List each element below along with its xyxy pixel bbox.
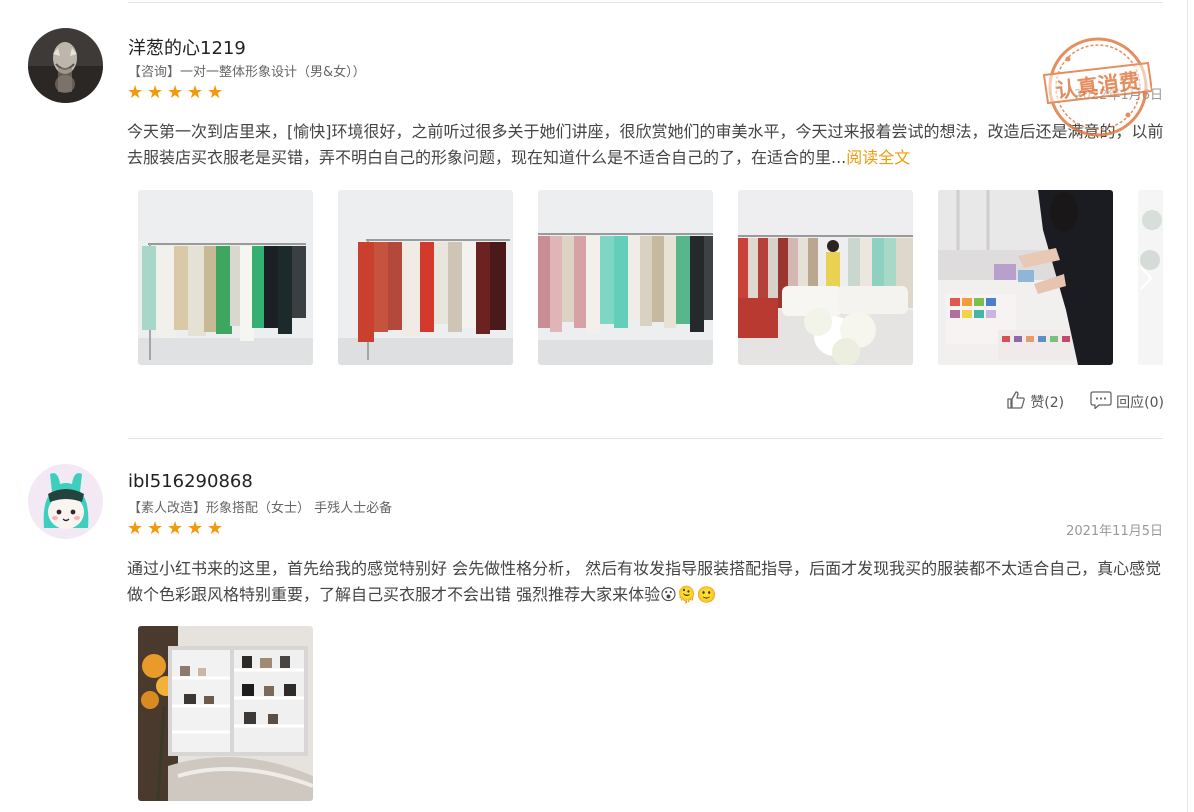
review-text: 今天第一次到店里来，[愉快]环境很好，之前听过很多关于她们讲座，很欣赏她们的审美… — [127, 122, 1164, 167]
review-photo[interactable] — [138, 626, 313, 801]
star-icon: ★ — [167, 82, 184, 103]
read-more-link[interactable]: 阅读全文 — [846, 148, 910, 167]
reply-button[interactable]: 回应(0) — [1090, 390, 1164, 414]
star-icon: ★ — [147, 82, 164, 103]
like-count: 赞(2) — [1030, 395, 1065, 411]
avatar[interactable] — [28, 464, 103, 539]
star-rating: ★ ★ ★ ★ ★ — [127, 82, 224, 103]
star-icon: ★ — [127, 518, 144, 539]
star-icon: ★ — [127, 82, 144, 103]
scroll-edge — [1187, 0, 1188, 812]
review-content: 通过小红书来的这里，首先给我的感觉特别好 会先做性格分析， 然后有妆发指导服装搭… — [127, 556, 1167, 608]
review-date: 2021年11月5日 — [1066, 524, 1163, 539]
star-icon: ★ — [207, 82, 224, 103]
like-button[interactable]: 赞(2) — [1006, 390, 1064, 414]
review-text: 通过小红书来的这里，首先给我的感觉特别好 会先做性格分析， 然后有妆发指导服装搭… — [127, 559, 1162, 604]
username[interactable]: ibI516290868 — [128, 471, 253, 492]
review-photo[interactable] — [338, 190, 513, 365]
chevron-right-icon[interactable] — [1128, 190, 1163, 365]
star-icon: ★ — [207, 518, 224, 539]
review-divider — [128, 438, 1163, 439]
review-photo[interactable] — [138, 190, 313, 365]
thumbs-up-icon — [1006, 390, 1026, 414]
service-name: 【咨询】一对一整体形象设计（男&女）） — [128, 65, 366, 80]
review-photo[interactable] — [938, 190, 1113, 365]
avatar[interactable] — [28, 28, 103, 103]
comment-icon — [1090, 390, 1112, 414]
username[interactable]: 洋葱的心1219 — [128, 34, 246, 60]
star-icon: ★ — [187, 82, 204, 103]
star-icon: ★ — [187, 518, 204, 539]
star-icon: ★ — [147, 518, 164, 539]
reply-count: 回应(0) — [1116, 395, 1164, 411]
review-photo[interactable] — [738, 190, 913, 365]
service-name: 【素人改造】形象搭配（女士） 手残人士必备 — [128, 501, 393, 516]
verified-stamp: 认真消费 — [1040, 35, 1154, 147]
review-content: 今天第一次到店里来，[愉快]环境很好，之前听过很多关于她们讲座，很欣赏她们的审美… — [127, 119, 1167, 171]
review-photo[interactable] — [538, 190, 713, 365]
star-icon: ★ — [167, 518, 184, 539]
review-actions: 赞(2) 回应(0) — [1006, 390, 1164, 414]
star-rating: ★ ★ ★ ★ ★ — [127, 518, 224, 539]
photo-gallery — [138, 626, 318, 801]
photo-gallery — [138, 190, 1163, 365]
top-divider — [128, 2, 1163, 3]
